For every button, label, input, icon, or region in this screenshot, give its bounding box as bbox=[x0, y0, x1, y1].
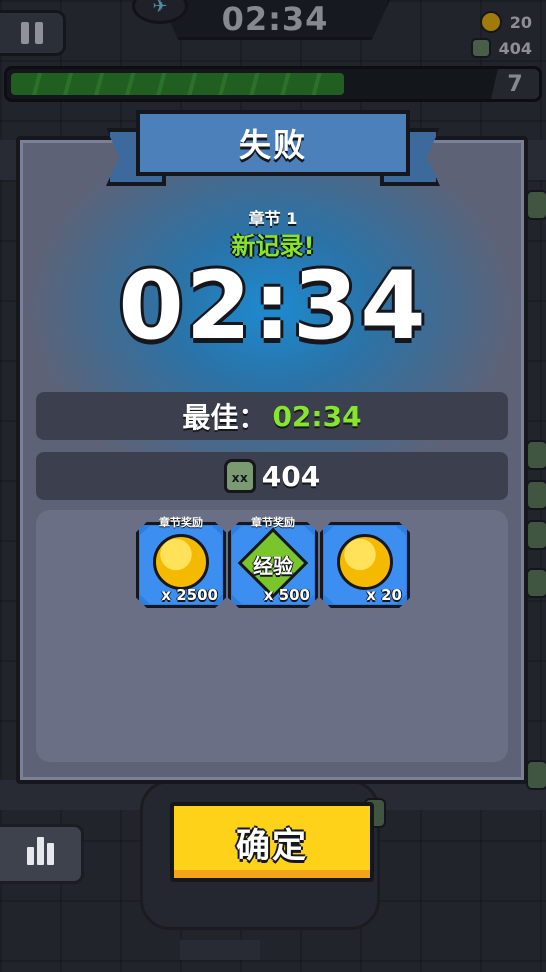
reward-quantity: x 2500 bbox=[161, 586, 218, 604]
reward-item-exp[interactable]: 经验 章节奖励 x 500 bbox=[228, 516, 318, 608]
reward-item-coins-chapter[interactable]: 章节奖励 x 2500 bbox=[136, 516, 226, 608]
result-title: 失败 bbox=[238, 126, 307, 164]
reward-quantity: x 20 bbox=[366, 586, 402, 604]
best-time-label: 最佳： bbox=[182, 401, 267, 434]
stats-button[interactable] bbox=[0, 824, 84, 884]
confirm-button[interactable]: 确定 bbox=[170, 802, 374, 882]
reward-tag: 章节奖励 bbox=[251, 516, 295, 529]
kill-count-row: 404 bbox=[36, 452, 508, 500]
confirm-button-label: 确定 bbox=[236, 825, 308, 866]
kill-count-value: 404 bbox=[261, 459, 321, 493]
reward-quantity: x 500 bbox=[263, 586, 310, 604]
zombie-kill-icon bbox=[223, 459, 256, 493]
coin-icon bbox=[337, 534, 393, 590]
best-time-value: 02:34 bbox=[272, 399, 362, 433]
best-time-row: 最佳： 02:34 bbox=[36, 392, 508, 440]
reward-tag: 章节奖励 bbox=[159, 516, 203, 529]
reward-item-coins[interactable]: x 20 bbox=[320, 516, 410, 608]
survival-time: 02:34 bbox=[118, 252, 428, 361]
bar-chart-icon bbox=[27, 847, 34, 865]
title-ribbon: 失败 bbox=[106, 110, 440, 190]
exp-label: 经验 bbox=[253, 554, 293, 578]
coin-icon bbox=[153, 534, 209, 590]
